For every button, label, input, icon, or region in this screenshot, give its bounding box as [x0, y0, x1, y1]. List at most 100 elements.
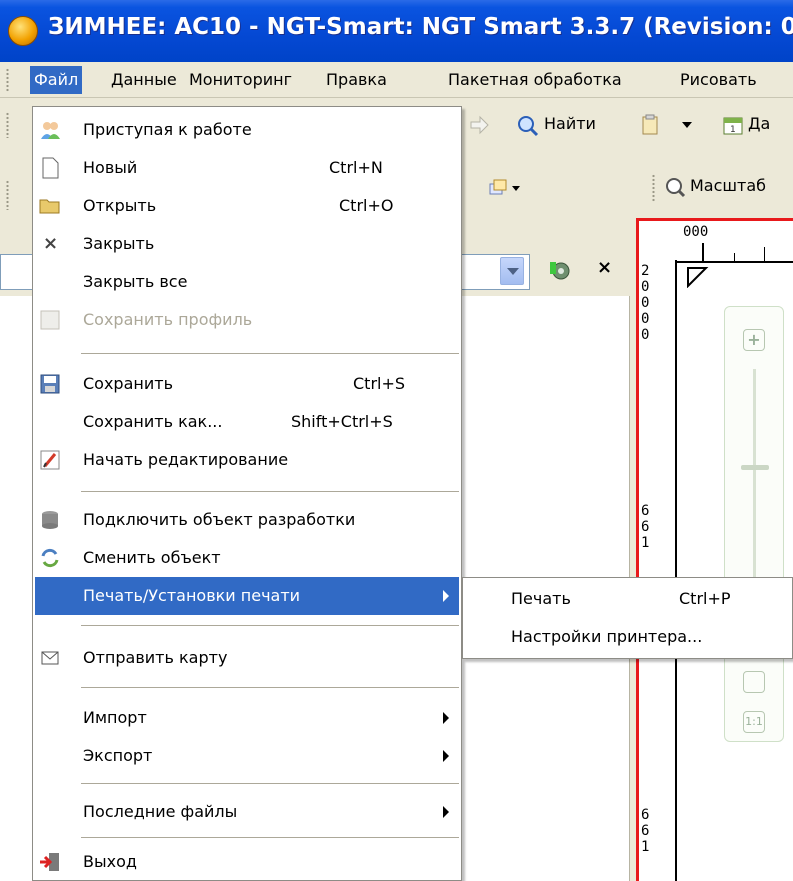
menu-item-new[interactable]: Новый Ctrl+N	[35, 149, 459, 187]
menu-item-label: Выход	[83, 852, 137, 871]
menu-item-save[interactable]: Сохранить Ctrl+S	[35, 365, 459, 403]
app-icon[interactable]	[8, 16, 38, 46]
ruler-left-label: 0	[641, 295, 650, 311]
menu-bar: Файл Данные Мониторинг Правка Пакетная о…	[0, 62, 793, 98]
chevron-down-icon[interactable]	[682, 122, 692, 128]
chevron-down-icon[interactable]	[512, 186, 520, 191]
menu-item-close[interactable]: × Закрыть	[35, 225, 459, 263]
menu-draw[interactable]: Рисовать	[676, 66, 761, 94]
toolbar-grip[interactable]	[6, 112, 9, 138]
menu-item-send-map[interactable]: Отправить карту	[35, 639, 459, 677]
forward-arrow-icon[interactable]	[468, 114, 490, 136]
menu-separator	[81, 837, 459, 838]
find-icon[interactable]	[516, 114, 540, 138]
zoom-icon[interactable]	[664, 176, 686, 198]
ruler-left-label: 6	[641, 519, 650, 535]
database-icon	[42, 511, 58, 529]
swap-arrows-icon	[41, 548, 59, 568]
menu-item-label: Закрыть	[83, 234, 155, 253]
close-x-icon: ×	[43, 233, 59, 254]
ruler-left-label: 0	[641, 279, 650, 295]
menu-item-print-setup[interactable]: Печать/Установки печати	[35, 577, 459, 615]
ruler-tick	[764, 247, 765, 261]
combo-dropdown-button[interactable]	[500, 257, 524, 285]
menu-data[interactable]: Данные	[107, 66, 181, 94]
cursor-triangle-icon	[687, 267, 709, 288]
menu-separator	[81, 625, 459, 626]
svg-text:1: 1	[730, 125, 736, 135]
edit-pencil-icon	[40, 450, 60, 470]
ruler-left-label: 1	[641, 839, 650, 855]
ruler-left-label: 6	[641, 823, 650, 839]
menu-monitoring[interactable]: Мониторинг	[185, 66, 296, 94]
menu-item-label: Сохранить как...	[83, 412, 223, 431]
menu-batch[interactable]: Пакетная обработка	[444, 66, 626, 94]
ruler-left-label: 6	[641, 807, 650, 823]
menu-item-connect-object[interactable]: Подключить объект разработки	[35, 501, 459, 539]
layers-icon[interactable]	[486, 176, 508, 198]
menu-separator	[81, 353, 459, 354]
clipboard-icon[interactable]	[641, 114, 659, 136]
zoom-slider-thumb[interactable]	[741, 465, 769, 470]
menu-item-label: Закрыть все	[83, 272, 188, 291]
ruler-left-label: 1	[641, 535, 650, 551]
menu-item-label: Подключить объект разработки	[83, 510, 356, 529]
ruler-left-label: 0	[641, 311, 650, 327]
menu-item-label: Начать редактирование	[83, 450, 289, 469]
map-toolbar-grip[interactable]	[652, 174, 655, 202]
zoom-slider-track[interactable]	[753, 369, 756, 599]
print-submenu: Печать Ctrl+P Настройки принтера...	[462, 577, 793, 659]
menu-separator	[81, 491, 459, 492]
menu-item-save-profile[interactable]: Сохранить профиль	[35, 301, 459, 339]
save-profile-icon	[40, 310, 60, 330]
file-menu: Приступая к работе Новый Ctrl+N Открыть …	[32, 106, 462, 881]
menu-item-open[interactable]: Открыть Ctrl+O	[35, 187, 459, 225]
zoom-in-icon[interactable]: +	[743, 329, 765, 351]
panel-grip[interactable]	[6, 180, 9, 210]
new-document-icon	[42, 157, 59, 179]
menu-item-getting-started[interactable]: Приступая к работе	[35, 111, 459, 149]
menubar-grip[interactable]	[6, 68, 9, 92]
menu-item-label: Экспорт	[83, 746, 153, 765]
zoom-slider-panel: + 1:1	[724, 306, 784, 742]
menu-item-label: Открыть	[83, 196, 157, 215]
menu-edit[interactable]: Правка	[322, 66, 391, 94]
menu-separator	[81, 783, 459, 784]
exit-icon	[40, 853, 59, 871]
submenu-item-printer-settings[interactable]: Настройки принтера...	[465, 618, 792, 656]
menu-item-label: Сохранить профиль	[83, 310, 253, 329]
menu-item-label: Импорт	[83, 708, 147, 727]
menu-item-start-editing[interactable]: Начать редактирование	[35, 441, 459, 479]
menu-item-label: Сменить объект	[83, 548, 221, 567]
menu-item-label: Настройки принтера...	[511, 627, 703, 646]
users-icon	[41, 122, 60, 139]
envelope-icon	[41, 651, 59, 665]
menu-item-exit[interactable]: Выход	[35, 843, 459, 881]
menu-item-import[interactable]: Импорт	[35, 699, 459, 737]
menu-item-close-all[interactable]: Закрыть все	[35, 263, 459, 301]
zoom-button[interactable]: Масштаб	[690, 176, 766, 195]
menu-item-save-as[interactable]: Сохранить как... Shift+Ctrl+S	[35, 403, 459, 441]
submenu-arrow-icon	[443, 590, 449, 602]
menu-item-label: Сохранить	[83, 374, 173, 393]
menu-item-export[interactable]: Экспорт	[35, 737, 459, 775]
calendar-icon[interactable]: 1	[722, 114, 744, 136]
left-ruler: 2 0 0 0 0 6 6 1 6 6 1	[639, 260, 677, 881]
submenu-arrow-icon	[443, 806, 449, 818]
menu-file[interactable]: Файл	[30, 66, 83, 94]
submenu-item-print[interactable]: Печать Ctrl+P	[465, 580, 792, 618]
fit-extent-icon[interactable]	[743, 671, 765, 693]
date-button[interactable]: Да	[748, 114, 770, 133]
ruler-top-label: 000	[683, 224, 709, 240]
chevron-down-icon	[507, 268, 519, 275]
find-button[interactable]: Найти	[544, 114, 596, 133]
ruler-left-label: 2	[641, 263, 650, 279]
menu-item-recent-files[interactable]: Последние файлы	[35, 793, 459, 831]
close-panel-icon[interactable]: ×	[597, 257, 612, 278]
ruler-left-label: 0	[641, 327, 650, 343]
menu-item-change-object[interactable]: Сменить объект	[35, 539, 459, 577]
one-to-one-icon[interactable]: 1:1	[743, 711, 765, 733]
ruler-tick	[702, 243, 704, 261]
menu-item-shortcut: Ctrl+O	[339, 196, 394, 215]
gear-connect-icon[interactable]	[548, 258, 574, 284]
